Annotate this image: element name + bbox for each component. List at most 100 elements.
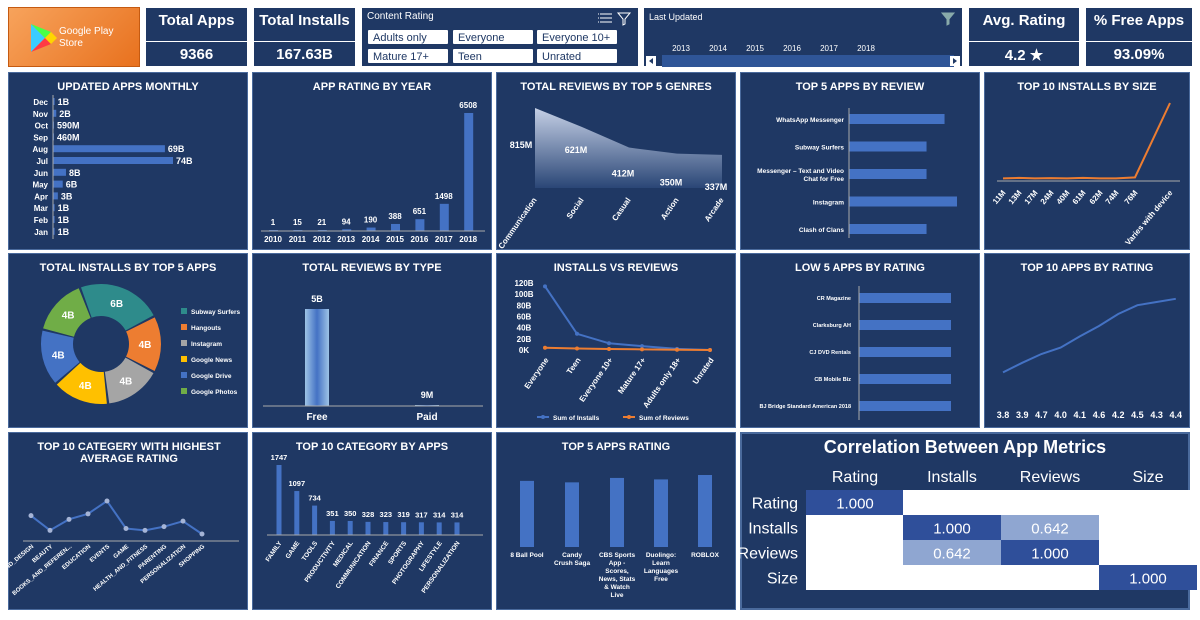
series-point [28, 513, 34, 519]
year-label: 2016 [411, 235, 429, 244]
panel-low5: LOW 5 APPS BY RATING CR Magazine Clarksbur… [740, 253, 980, 428]
chart-svg: 6B 4B 4B 4B 4B 4B Subway Surfers Hangouts Instag… [41, 284, 241, 404]
data-label: 350 [344, 509, 357, 518]
legend-label: Hangouts [191, 325, 221, 332]
content-rating-option[interactable]: Adults only 18+ [367, 29, 449, 58]
type-label: Paid [416, 412, 437, 423]
app-label: ROBLOX [691, 552, 719, 559]
chart-svg: 5B Free 9M Paid [263, 294, 483, 423]
series-line [1002, 297, 1176, 374]
month-label: Mar [34, 204, 48, 213]
panel-correlation: Correlation Between App Metrics Rating Ins… [738, 432, 1197, 610]
kpi-title: % Free Apps [1093, 12, 1185, 29]
panel-reviews-genres: TOTAL REVIEWS BY TOP 5 GENRES 815M Communi… [496, 72, 736, 251]
data-label: 323 [380, 510, 393, 519]
y-tick: 0K [519, 346, 529, 355]
panel-cat-rating: TOP 10 CATEGERY WITH HIGHEST AVERAGE RAT… [0, 432, 248, 610]
content-rating-option[interactable]: Everyone [452, 29, 534, 45]
data-label: 337M [705, 182, 728, 192]
legend-label: Google Photos [191, 389, 238, 396]
size-label: 76M [1123, 188, 1140, 206]
bar [276, 465, 282, 535]
timeline-year: 2014 [709, 44, 727, 53]
month-label: Feb [34, 216, 48, 225]
row-header: Size [767, 571, 798, 588]
col-header: Reviews [1020, 469, 1080, 486]
series-point [543, 284, 547, 289]
panel-top5-review: TOP 5 APPS BY REVIEW WhatsApp Messenger Su… [740, 72, 980, 250]
kpi-divider [254, 41, 355, 42]
chart-svg: ART_AND_DESIGNBEAUTYBOOKS_AND_REFEREN...… [0, 498, 239, 597]
chart-svg: 8 Ball Pool CandyCrush Saga CBS SportsApp … [510, 475, 720, 599]
timeline-svg: 2013 2014 2015 2016 2017 2018 [646, 12, 960, 67]
data-label: 21 [317, 218, 326, 227]
year-label: 2011 [289, 235, 307, 244]
data-label: 1498 [435, 192, 453, 201]
series-line [544, 285, 711, 351]
content-rating-option[interactable]: Unrated [536, 48, 618, 64]
panel-installs-vs-reviews: INSTALLS VS REVIEWS 120B 100B 80B 60B 40B 20B 0… [496, 253, 736, 428]
kpi-divider [146, 41, 247, 42]
kpi-card: Avg. Rating 4.2 ★ [968, 7, 1080, 67]
legend-label: Subway Surfers [191, 309, 241, 316]
app-label: CBS Sports [599, 552, 636, 559]
month-label: Jun [34, 169, 48, 178]
data-label: 5B [311, 294, 323, 304]
legend-label: Google Drive [191, 373, 232, 380]
data-label: 651 [413, 207, 427, 216]
series-point [607, 346, 611, 351]
bar [305, 309, 329, 406]
app-label: Scores, [605, 568, 629, 575]
data-label: 1B [58, 203, 70, 213]
rating-label: Unrated [691, 356, 716, 386]
col-header: Installs [927, 469, 977, 486]
data-label: 1 [271, 218, 276, 227]
chart-svg: WhatsApp Messenger Subway Surfers Messenge… [757, 108, 957, 238]
app-label: Crush Saga [554, 560, 591, 567]
rating-label: 4.4 [1170, 410, 1183, 420]
data-label: 94 [342, 217, 351, 226]
legend-swatch [181, 388, 187, 394]
legend-label: Sum of Installs [553, 415, 600, 422]
y-tick: 100B [514, 290, 533, 299]
cell-value: 0.068 [836, 546, 874, 563]
data-label: 74B [176, 156, 193, 166]
genre-label: Casual [610, 196, 632, 223]
data-label: 8B [69, 168, 81, 178]
category-label: COMMUNICATION [335, 540, 373, 590]
y-tick: 40B [517, 324, 532, 333]
size-label: 13M [1007, 188, 1024, 206]
legend-swatch [181, 308, 187, 314]
app-label: Messenger – Text and Video [757, 168, 844, 175]
content-rating-option[interactable]: Teen [452, 48, 534, 64]
panel-updated-monthly: UPDATED APPS MONTHLY Dec 1B Nov 2B Oct 590M Sep… [8, 72, 248, 250]
bar [520, 480, 534, 547]
bar [859, 293, 951, 303]
bar [365, 521, 371, 535]
chart-svg: Rating Installs Reviews Size Rating 1.000 0.05… [738, 469, 1197, 590]
series-point [47, 527, 53, 533]
series-line [544, 346, 711, 351]
cell-value: 0.051 [836, 521, 874, 538]
year-label: 2013 [337, 235, 355, 244]
series-line [30, 499, 203, 535]
series-point [180, 518, 186, 524]
series-point [85, 511, 91, 517]
content-rating-option[interactable]: Mature 17+ [367, 48, 449, 64]
category-label: EVENTS [89, 544, 111, 564]
content-rating-option[interactable]: Everyone 10+ [536, 29, 618, 45]
multi-select-icon [598, 13, 612, 23]
col-header: Rating [832, 469, 878, 486]
data-label: 1B [58, 215, 70, 225]
month-label: Dec [33, 98, 48, 107]
kpi-value: 93.09% [1113, 46, 1165, 63]
category-label: GAME [285, 540, 302, 561]
bar [366, 227, 376, 231]
app-label: Instagram [813, 200, 844, 207]
size-label: 61M [1071, 188, 1088, 206]
timeline-year: 2017 [820, 44, 838, 53]
series-point [640, 347, 644, 352]
data-label: 319 [397, 510, 410, 519]
cell-value: 0.068 [1031, 496, 1069, 513]
timeline-year: 2016 [783, 44, 801, 53]
